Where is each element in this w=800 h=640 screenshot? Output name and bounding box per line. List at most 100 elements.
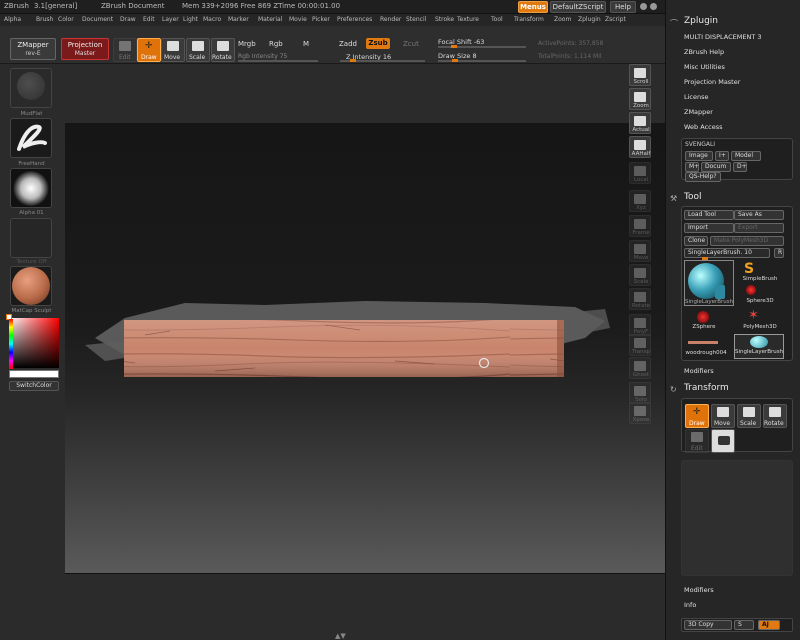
transform-draw-button[interactable]: ✛ Draw: [685, 404, 709, 428]
qs-help-button[interactable]: QS-Help?: [685, 172, 721, 182]
menu-draw[interactable]: Draw: [120, 16, 136, 23]
menu-movie[interactable]: Movie: [289, 16, 307, 23]
polymesh3d-icon[interactable]: ✶: [748, 309, 762, 323]
menu-alpha[interactable]: Alpha: [4, 16, 21, 23]
menu-transform[interactable]: Transform: [514, 16, 544, 23]
rgb-toggle[interactable]: Rgb: [269, 40, 283, 48]
docum-button[interactable]: Docum: [701, 162, 731, 172]
menu-zoom[interactable]: Zoom: [554, 16, 571, 23]
shelf-polyf-button[interactable]: PolyF: [629, 314, 651, 336]
switch-color-button[interactable]: SwitchColor: [9, 381, 59, 391]
transform-scale-button[interactable]: Scale: [737, 404, 761, 428]
material-thumbnail[interactable]: [10, 266, 52, 306]
image-plus-button[interactable]: I+: [715, 151, 729, 161]
zplugin-item-misc-utilities[interactable]: Misc Utilities: [684, 63, 725, 71]
texture-thumbnail[interactable]: [10, 218, 52, 258]
edit-button[interactable]: Edit: [113, 38, 137, 62]
menu-brush[interactable]: Brush: [36, 16, 53, 23]
m-toggle[interactable]: M: [303, 40, 309, 48]
menu-marker[interactable]: Marker: [228, 16, 249, 23]
transform-move-button[interactable]: Move: [711, 404, 735, 428]
shelf-actual-button[interactable]: Actual: [629, 112, 651, 134]
menu-edit[interactable]: Edit: [143, 16, 155, 23]
hue-strip[interactable]: [9, 319, 13, 369]
zplugin-item-license[interactable]: License: [684, 93, 709, 101]
shelf-move-button[interactable]: Move: [629, 240, 651, 262]
zmapper-button[interactable]: ZMapper rev-E: [10, 38, 56, 60]
menu-preferences[interactable]: Preferences: [337, 16, 372, 23]
docum-plus-button[interactable]: D+: [733, 162, 747, 172]
zplugin-item-web-access[interactable]: Web Access: [684, 123, 723, 131]
menus-button[interactable]: Menus: [518, 1, 548, 13]
document-canvas[interactable]: [65, 123, 668, 573]
minimize-icon[interactable]: [640, 3, 647, 10]
snapshot-camera-button[interactable]: [711, 429, 735, 453]
draw-size-knob[interactable]: [452, 59, 458, 62]
menu-macro[interactable]: Macro: [203, 16, 221, 23]
transform-rotate-button[interactable]: Rotate: [763, 404, 787, 428]
color-picker[interactable]: [6, 314, 59, 368]
tool-modifiers[interactable]: Modifiers: [684, 367, 714, 375]
menu-stencil[interactable]: Stencil: [406, 16, 426, 23]
menu-tool[interactable]: Tool: [491, 16, 503, 23]
menu-render[interactable]: Render: [380, 16, 401, 23]
shelf-xyz-button[interactable]: Xyz: [629, 190, 651, 212]
make-polymesh-button[interactable]: Make PolyMesh3D: [710, 236, 784, 246]
image-button[interactable]: Image: [685, 151, 713, 161]
transform-rotate-icon[interactable]: ↻: [670, 385, 677, 394]
move-button[interactable]: Move: [161, 38, 185, 62]
menu-document[interactable]: Document: [82, 16, 113, 23]
export-button[interactable]: Export: [734, 223, 784, 233]
zplugin-item-projection-master[interactable]: Projection Master: [684, 78, 740, 86]
close-icon[interactable]: [650, 3, 657, 10]
tool-title[interactable]: Tool: [684, 192, 701, 202]
load-tool-button[interactable]: Load Tool: [684, 210, 734, 220]
default-zscript-button[interactable]: DefaultZScript: [550, 1, 606, 13]
shelf-scroll-button[interactable]: Scroll: [629, 64, 651, 86]
aj-button[interactable]: AJ: [758, 620, 780, 630]
help-button[interactable]: Help: [610, 1, 636, 13]
z-intensity-knob[interactable]: [350, 59, 356, 62]
zadd-toggle[interactable]: Zadd: [339, 40, 357, 48]
projection-master-button[interactable]: Projection Master: [61, 38, 109, 60]
shelf-aahalf-button[interactable]: AAHalf: [629, 136, 651, 158]
menu-material[interactable]: Material: [258, 16, 282, 23]
brush-thumbnail[interactable]: [10, 68, 52, 108]
model-plus-button[interactable]: M+: [685, 162, 699, 172]
s-button[interactable]: S: [734, 620, 754, 630]
shelf-xpose-button[interactable]: Xpose: [629, 402, 651, 424]
zplugin-item-zbrush-help[interactable]: ZBrush Help: [684, 48, 724, 56]
shelf-zoom-button[interactable]: Zoom: [629, 88, 651, 110]
sphere3d-icon[interactable]: [746, 285, 756, 295]
zsub-toggle[interactable]: Zsub: [366, 38, 390, 49]
focal-shift-knob[interactable]: [451, 45, 457, 48]
shelf-frame-button[interactable]: Frame: [629, 215, 651, 237]
transform-modifiers[interactable]: Modifiers: [684, 586, 714, 594]
zplugin-item-zmapper[interactable]: ZMapper: [684, 108, 713, 116]
shelf-ghost-button[interactable]: Ghost: [629, 357, 651, 379]
tool-hammer-icon[interactable]: ⚒: [670, 194, 677, 203]
mrgb-toggle[interactable]: Mrgb: [238, 40, 256, 48]
current-tool-slider[interactable]: SingleLayerBrush. 10: [684, 248, 770, 258]
draw-button[interactable]: ✛ Draw: [137, 38, 161, 62]
menu-zplugin[interactable]: Zplugin: [578, 16, 601, 23]
shelf-rotate-button[interactable]: Rotate: [629, 288, 651, 310]
menu-picker[interactable]: Picker: [312, 16, 330, 23]
menu-layer[interactable]: Layer: [162, 16, 179, 23]
collapse-arrow-icon[interactable]: ▲▼: [335, 632, 349, 640]
transform-title[interactable]: Transform: [684, 383, 729, 393]
focal-shift-slider[interactable]: Focal Shift -63: [438, 38, 484, 46]
rotate-button[interactable]: Rotate: [211, 38, 235, 62]
tool-tile-singlelayerbrush-large[interactable]: SingleLayerBrush: [684, 260, 734, 306]
tool-tile-singlelayerbrush-small[interactable]: SingleLayerBrush: [734, 334, 784, 359]
woodrough-icon[interactable]: [688, 341, 718, 344]
shelf-local-button[interactable]: Local: [629, 162, 651, 184]
menu-stroke[interactable]: Stroke: [435, 16, 454, 23]
transform-edit-button[interactable]: Edit: [685, 429, 709, 453]
alpha-thumbnail[interactable]: [10, 168, 52, 208]
zplugin-title[interactable]: Zplugin: [684, 16, 718, 26]
shelf-solo-button[interactable]: Solo: [629, 382, 651, 404]
simplebrush-icon[interactable]: S: [744, 262, 758, 276]
menu-color[interactable]: Color: [58, 16, 74, 23]
rgb-intensity-slider[interactable]: Rgb Intensity 75: [238, 53, 287, 60]
